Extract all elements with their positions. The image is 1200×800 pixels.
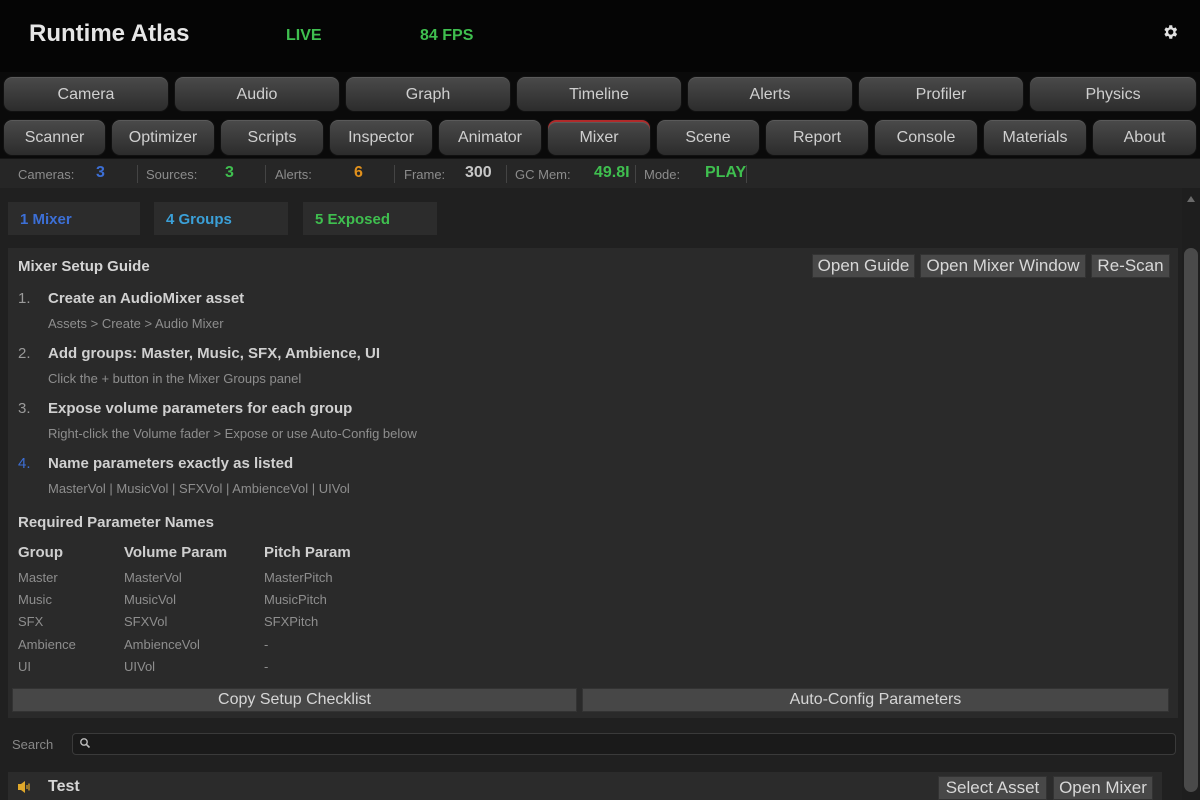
step-description: MasterVol | MusicVol | SFXVol | Ambience… — [48, 481, 350, 496]
table-cell: Master — [18, 570, 58, 585]
tab-materials[interactable]: Materials — [983, 119, 1087, 156]
alerts-label: Alerts: — [275, 167, 312, 182]
select-asset-button[interactable]: Select Asset — [938, 776, 1047, 800]
table-cell: MusicVol — [124, 592, 177, 607]
tab-mixer[interactable]: Mixer — [547, 119, 651, 156]
column-header-volume: Volume Param — [124, 544, 228, 561]
tab-about[interactable]: About — [1092, 119, 1197, 156]
tab-scripts[interactable]: Scripts — [220, 119, 324, 156]
scroll-up-arrow-icon[interactable] — [1187, 196, 1195, 202]
table-cell: UIVol — [124, 659, 156, 674]
auto-config-parameters-button[interactable]: Auto-Config Parameters — [582, 688, 1169, 712]
step-title: Add groups: Master, Music, SFX, Ambience… — [48, 345, 380, 362]
step-description: Assets > Create > Audio Mixer — [48, 316, 224, 331]
table-cell: - — [264, 659, 269, 674]
live-indicator: LIVE — [286, 27, 322, 44]
open-mixer-button[interactable]: Open Mixer — [1053, 776, 1153, 800]
status-divider — [746, 165, 747, 183]
gear-icon[interactable] — [1161, 23, 1179, 41]
rescan-button[interactable]: Re-Scan — [1091, 254, 1170, 278]
app-title: Runtime Atlas — [29, 20, 190, 47]
search-input[interactable] — [95, 735, 1165, 753]
table-cell: MusicPitch — [264, 592, 327, 607]
table-cell: - — [264, 637, 269, 652]
tab-optimizer[interactable]: Optimizer — [111, 119, 215, 156]
title-bar: Runtime Atlas LIVE 84 FPS — [0, 0, 1200, 72]
scroll-thumb[interactable] — [1184, 248, 1198, 792]
table-cell: Ambience — [18, 637, 76, 652]
status-divider — [394, 165, 395, 183]
cameras-count: 3 — [96, 164, 105, 181]
status-divider — [265, 165, 266, 183]
column-header-group: Group — [18, 544, 63, 561]
secondary-tab-bar: Scanner Optimizer Scripts Inspector Anim… — [0, 116, 1200, 158]
table-cell: SFX — [18, 614, 44, 629]
tab-graph[interactable]: Graph — [345, 76, 511, 112]
sources-label: Sources: — [146, 167, 198, 182]
step-description: Right-click the Volume fader > Expose or… — [48, 426, 417, 441]
tab-inspector[interactable]: Inspector — [329, 119, 433, 156]
table-cell: UI — [18, 659, 31, 674]
exposed-count-badge: 5 Exposed — [303, 202, 437, 235]
step-number: 1. — [18, 290, 31, 307]
status-divider — [635, 165, 636, 183]
table-cell: AmbienceVol — [124, 637, 200, 652]
tab-scanner[interactable]: Scanner — [3, 119, 106, 156]
groups-count-badge: 4 Groups — [154, 202, 288, 235]
open-guide-button[interactable]: Open Guide — [812, 254, 915, 278]
copy-setup-checklist-button[interactable]: Copy Setup Checklist — [12, 688, 577, 712]
step-number: 2. — [18, 345, 31, 362]
gc-mem-value: 49.8I — [594, 164, 630, 181]
step-number: 3. — [18, 400, 31, 417]
tab-camera[interactable]: Camera — [3, 76, 169, 112]
table-cell: MasterPitch — [264, 570, 333, 585]
mixer-count-badge: 1 Mixer — [8, 202, 140, 235]
status-divider — [506, 165, 507, 183]
sources-count: 3 — [225, 164, 234, 181]
tab-report[interactable]: Report — [765, 119, 869, 156]
speaker-icon — [18, 781, 30, 793]
search-icon — [80, 738, 91, 749]
required-params-title: Required Parameter Names — [18, 514, 214, 531]
step-description: Click the + button in the Mixer Groups p… — [48, 371, 302, 386]
primary-tab-bar: Camera Audio Graph Timeline Alerts Profi… — [0, 72, 1200, 116]
frame-count: 300 — [465, 164, 492, 181]
search-label: Search — [12, 737, 54, 752]
setup-guide: Mixer Setup Guide Open Guide Open Mixer … — [8, 248, 1178, 718]
search-box — [72, 733, 1176, 755]
gc-mem-label: GC Mem: — [515, 167, 571, 182]
step-title: Create an AudioMixer asset — [48, 290, 245, 307]
tab-animator[interactable]: Animator — [438, 119, 542, 156]
alerts-count: 6 — [354, 164, 363, 181]
mode-label: Mode: — [644, 167, 681, 182]
mixer-list-item[interactable]: Test Select Asset Open Mixer — [8, 772, 1162, 800]
table-cell: MasterVol — [124, 570, 182, 585]
status-bar: Cameras: 3 Sources: 3 Alerts: 6 Frame: 3… — [0, 158, 1200, 188]
step-title: Expose volume parameters for each group — [48, 400, 353, 417]
tab-audio[interactable]: Audio — [174, 76, 340, 112]
open-mixer-window-button[interactable]: Open Mixer Window — [920, 254, 1086, 278]
step-title: Name parameters exactly as listed — [48, 455, 294, 472]
column-header-pitch: Pitch Param — [264, 544, 351, 561]
table-cell: SFXVol — [124, 614, 168, 629]
tab-physics[interactable]: Physics — [1029, 76, 1197, 112]
scrollbar[interactable] — [1182, 188, 1200, 800]
tab-scene[interactable]: Scene — [656, 119, 760, 156]
tab-console[interactable]: Console — [874, 119, 978, 156]
guide-title: Mixer Setup Guide — [18, 258, 150, 275]
tab-profiler[interactable]: Profiler — [858, 76, 1024, 112]
mixer-name: Test — [48, 778, 80, 795]
fps-counter: 84 FPS — [420, 27, 474, 44]
tab-timeline[interactable]: Timeline — [516, 76, 682, 112]
table-cell: SFXPitch — [264, 614, 319, 629]
frame-label: Frame: — [404, 167, 446, 182]
mode-value: PLAY — [705, 164, 747, 181]
step-number-current: 4. — [18, 455, 31, 472]
table-cell: Music — [18, 592, 52, 607]
status-divider — [137, 165, 138, 183]
cameras-label: Cameras: — [18, 167, 75, 182]
mixer-panel: 1 Mixer 4 Groups 5 Exposed Mixer Setup G… — [0, 188, 1182, 800]
tab-alerts[interactable]: Alerts — [687, 76, 853, 112]
